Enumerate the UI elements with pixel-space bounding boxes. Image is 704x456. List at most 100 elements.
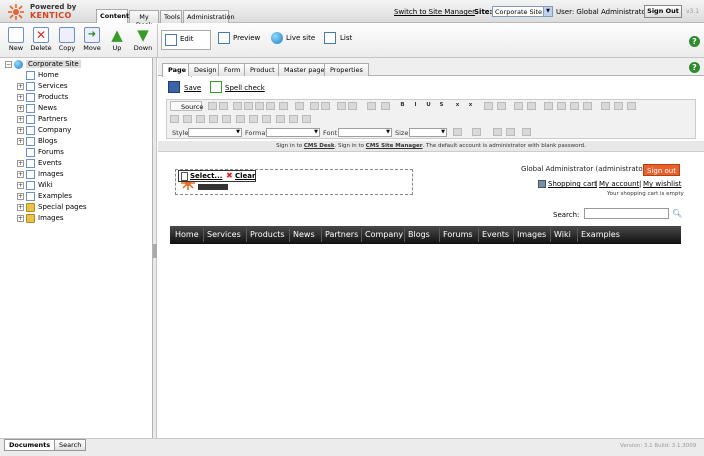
editor-tool-icon[interactable] [222,115,231,123]
site-menu-item[interactable]: Company [365,230,403,239]
editor-tool-icon[interactable] [348,102,357,110]
expand-icon[interactable]: + [17,204,24,211]
editor-tool-icon[interactable]: x [453,102,462,110]
tab-administration[interactable]: Administration [183,10,235,23]
site-menu-item[interactable]: Examples [581,230,620,239]
editor-tool-icon[interactable]: B [398,102,407,110]
spell-check-button[interactable]: Spell check [225,84,265,92]
list-view-button[interactable]: List [340,34,352,42]
tab-search[interactable]: Search [54,439,87,451]
editor-tool-icon[interactable] [233,102,242,110]
tab-properties[interactable]: Properties [324,63,369,76]
edit-view-button[interactable]: Edit [161,30,211,50]
kentico-logo[interactable]: Powered by KENTICO [2,1,94,22]
site-select[interactable]: Corporate Site ▼ [492,6,553,17]
editor-tool-icon[interactable] [506,128,515,136]
site-menu-item[interactable]: Events [482,230,509,239]
editor-tool-icon[interactable]: x [466,102,475,110]
editor-tool-icon[interactable] [583,102,592,110]
editor-tool-icon[interactable] [337,102,346,110]
cms-desk-link[interactable]: CMS Desk [304,143,335,149]
editor-tool-icon[interactable] [544,102,553,110]
help-icon[interactable]: ? [689,36,700,47]
editor-tool-icon[interactable] [557,102,566,110]
expand-icon[interactable]: + [17,160,24,167]
expand-icon[interactable]: + [17,171,24,178]
editor-tool-icon[interactable] [627,102,636,110]
delete-button[interactable]: ✕ Delete [29,27,53,55]
editor-tool-icon[interactable] [310,102,319,110]
editor-tool-icon[interactable] [527,102,536,110]
tab-product[interactable]: Product [244,63,281,76]
editor-tool-icon[interactable] [601,102,610,110]
editor-tool-icon[interactable] [295,102,304,110]
expand-icon[interactable]: + [17,94,24,101]
editor-tool-icon[interactable]: U [424,102,433,110]
editor-tool-icon[interactable] [170,115,179,123]
editor-tool-icon[interactable] [255,102,264,110]
site-menu-item[interactable]: Home [175,230,199,239]
preview-view-button[interactable]: Preview [233,34,260,42]
editor-tool-icon[interactable] [367,102,376,110]
site-search-input[interactable] [584,208,669,219]
my-wishlist-link[interactable]: My wishlist [643,180,681,188]
editor-tool-icon[interactable] [276,115,285,123]
size-select[interactable]: ▼ [409,128,447,137]
editor-tool-icon[interactable] [209,115,218,123]
tab-my-desk[interactable]: My Desk [129,10,159,29]
switch-to-site-manager-link[interactable]: Switch to Site Manager [394,8,475,16]
collapse-icon[interactable]: − [5,61,12,68]
editor-tool-icon[interactable] [514,102,523,110]
tab-form[interactable]: Form [218,63,247,76]
expand-icon[interactable]: + [17,193,24,200]
editor-tool-icon[interactable] [497,102,506,110]
format-select[interactable]: ▼ [266,128,320,137]
editor-tool-icon[interactable] [244,102,253,110]
source-button[interactable]: Source [170,101,203,111]
site-menu-item[interactable]: Products [250,230,285,239]
editor-tool-icon[interactable] [262,115,271,123]
clear-link[interactable]: Clear [235,172,255,180]
editor-tool-icon[interactable] [236,115,245,123]
editor-tool-icon[interactable] [289,115,298,123]
editor-tool-icon[interactable] [614,102,623,110]
pane-splitter[interactable] [153,58,157,438]
editor-tool-icon[interactable] [472,128,481,136]
site-menu-item[interactable]: News [293,230,315,239]
sign-out-button[interactable]: Sign Out [644,5,682,18]
site-menu-item[interactable]: Blogs [408,230,430,239]
select-link[interactable]: Select... [190,172,222,180]
cms-site-manager-link[interactable]: CMS Site Manager [366,143,423,149]
my-account-link[interactable]: My account [599,180,639,188]
save-button[interactable]: Save [184,84,201,92]
tab-tools[interactable]: Tools [160,10,182,23]
site-menu-item[interactable]: Partners [325,230,358,239]
site-sign-out-button[interactable]: Sign out [643,164,680,176]
editor-tool-icon[interactable] [208,102,217,110]
editor-tool-icon[interactable] [196,115,205,123]
editor-tool-icon[interactable] [493,128,502,136]
expand-icon[interactable]: + [17,83,24,90]
new-button[interactable]: New [4,27,28,55]
editor-tool-icon[interactable] [522,128,531,136]
editor-tool-icon[interactable] [381,102,390,110]
move-button[interactable]: ➜ Move [80,27,104,55]
shopping-cart-link[interactable]: Shopping cart [548,180,597,188]
live-site-view-button[interactable]: Live site [286,34,315,42]
tab-master-page[interactable]: Master page [278,63,331,76]
expand-icon[interactable]: + [17,116,24,123]
expand-icon[interactable]: + [17,138,24,145]
splitter-handle[interactable] [153,244,157,258]
site-menu-item[interactable]: Images [517,230,546,239]
editor-tool-icon[interactable] [266,102,275,110]
expand-icon[interactable]: + [17,127,24,134]
site-menu-item[interactable]: Wiki [554,230,571,239]
site-menu-item[interactable]: Services [207,230,241,239]
tab-content[interactable]: Content [96,9,129,23]
editor-tool-icon[interactable] [183,115,192,123]
style-select[interactable]: ▼ [188,128,242,137]
search-icon[interactable]: 🔍︎ [672,209,682,218]
expand-icon[interactable]: + [17,215,24,222]
help-icon-2[interactable]: ? [689,62,700,73]
editor-tool-icon[interactable] [302,115,311,123]
